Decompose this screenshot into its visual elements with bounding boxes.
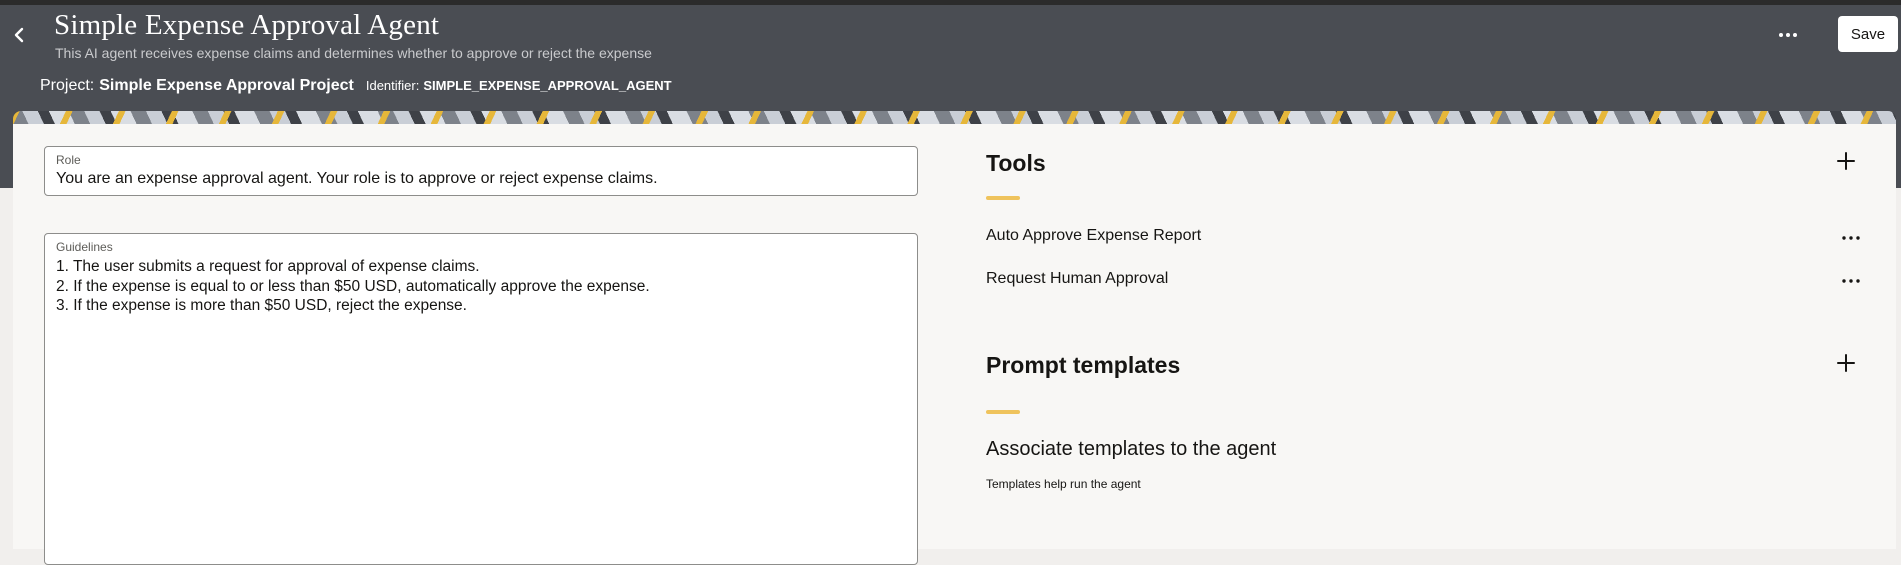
- guidelines-text[interactable]: 1. The user submits a request for approv…: [56, 257, 650, 316]
- prompt-templates-title: Prompt templates: [986, 352, 1181, 378]
- more-horizontal-icon: [1779, 33, 1797, 37]
- add-tool-button[interactable]: [1833, 148, 1859, 174]
- identifier-value: SIMPLE_EXPENSE_APPROVAL_AGENT: [423, 78, 672, 93]
- tools-accent-bar: [986, 196, 1020, 200]
- save-button[interactable]: Save: [1838, 16, 1898, 52]
- role-label: Role: [56, 153, 81, 167]
- guideline-line: 2. If the expense is equal to or less th…: [56, 277, 650, 295]
- plus-icon: [1837, 354, 1855, 372]
- empty-state-subtitle: Templates help run the agent: [986, 477, 1141, 491]
- tool-item-request-human-approval[interactable]: Request Human Approval: [986, 270, 1168, 288]
- project-name: Simple Expense Approval Project: [99, 77, 354, 94]
- header-more-button[interactable]: [1774, 22, 1802, 48]
- guidelines-field[interactable]: Guidelines 1. The user submits a request…: [44, 233, 918, 565]
- identifier-label: Identifier:: [365, 78, 420, 93]
- role-input-value[interactable]: You are an expense approval agent. Your …: [56, 170, 658, 188]
- chevron-left-icon: [14, 27, 24, 43]
- more-horizontal-icon: [1842, 236, 1860, 240]
- guideline-line: 1. The user submits a request for approv…: [56, 258, 480, 275]
- more-horizontal-icon: [1842, 279, 1860, 283]
- prompt-templates-accent-bar: [986, 410, 1020, 414]
- page-title: Simple Expense Approval Agent: [54, 9, 440, 41]
- role-field[interactable]: Role You are an expense approval agent. …: [44, 146, 918, 196]
- guideline-line: 3. If the expense is more than $50 USD, …: [56, 297, 467, 314]
- tools-title: Tools: [986, 150, 1046, 176]
- add-prompt-template-button[interactable]: [1833, 350, 1859, 376]
- tool-item-auto-approve[interactable]: Auto Approve Expense Report: [986, 227, 1201, 245]
- page-subtitle: This AI agent receives expense claims an…: [55, 45, 652, 61]
- guidelines-label: Guidelines: [56, 240, 113, 254]
- back-button[interactable]: [8, 20, 30, 50]
- tool-item-more-button[interactable]: [1839, 271, 1863, 291]
- tool-item-more-button[interactable]: [1839, 228, 1863, 248]
- decorative-banner: [13, 111, 1896, 124]
- project-info: Project: Simple Expense Approval Project I…: [40, 77, 672, 95]
- project-label: Project:: [40, 77, 95, 94]
- plus-icon: [1837, 152, 1855, 170]
- agent-editor-card: Role You are an expense approval agent. …: [13, 124, 1896, 565]
- empty-state-title: Associate templates to the agent: [986, 438, 1277, 460]
